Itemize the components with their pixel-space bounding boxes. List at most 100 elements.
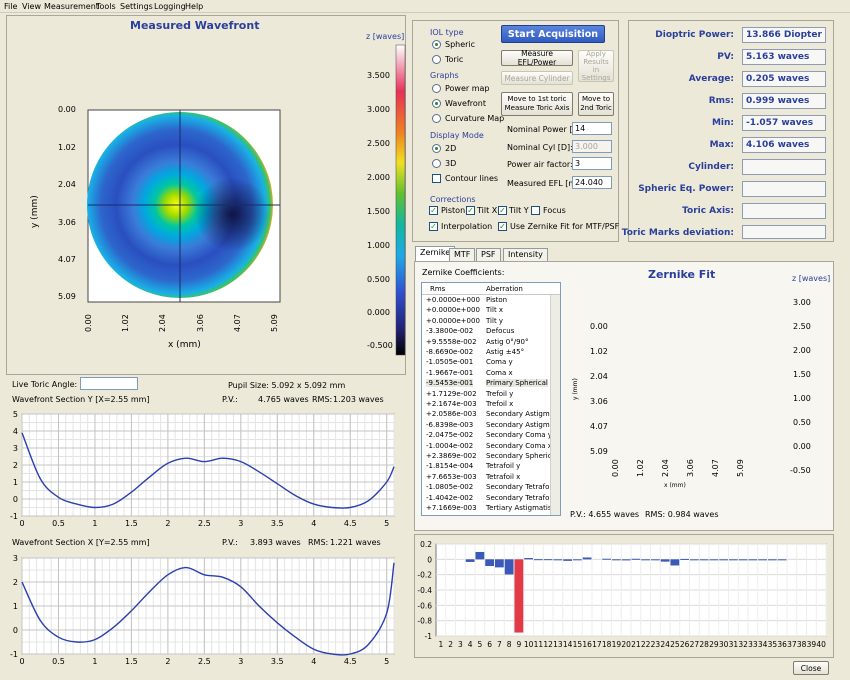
zernike-row-aberration[interactable]: Tetrafoil x: [486, 473, 520, 481]
piston-checkbox[interactable]: ✓: [429, 206, 438, 215]
zernike-row-aberration[interactable]: Trefoil y: [486, 390, 513, 398]
zernike-row-rms[interactable]: -2.0475e-002: [426, 431, 473, 439]
result-label: Average:: [688, 74, 734, 84]
nominal-power-input[interactable]: 14: [572, 122, 612, 135]
live-toric-input[interactable]: [80, 377, 138, 390]
zernike-row-rms[interactable]: -1.0004e-002: [426, 442, 473, 450]
zernike-row-aberration[interactable]: Defocus: [486, 327, 514, 335]
bar: [728, 559, 738, 561]
bar: [524, 558, 534, 560]
zernike-row-aberration[interactable]: Tetrafoil y: [486, 462, 520, 470]
zernike-row-rms[interactable]: -1.0505e-001: [426, 358, 473, 366]
nominal-cyl-input[interactable]: 3.000: [572, 140, 612, 153]
zernike-row-aberration[interactable]: Tilt x: [486, 306, 503, 314]
zernike-row-aberration[interactable]: Secondary Coma x: [486, 442, 552, 450]
y-tick: 1.02: [58, 143, 76, 152]
zernike-row-aberration[interactable]: Secondary Astigmati: [486, 410, 559, 418]
zernike-row-aberration[interactable]: Secondary Astigmati: [486, 421, 559, 429]
zernike-row-rms[interactable]: +1.7129e-002: [426, 390, 477, 398]
zernike-row-rms[interactable]: +7.6653e-003: [426, 473, 477, 481]
zernike-row-aberration[interactable]: Primary Spherical: [486, 379, 548, 388]
zernike-row-aberration[interactable]: Astig 0°/90°: [486, 338, 529, 346]
zernike-row-rms[interactable]: +9.5558e-002: [426, 338, 477, 346]
list-scrollbar[interactable]: [550, 295, 560, 515]
x-tick-label: 2.5: [198, 519, 211, 528]
zernike-row-rms[interactable]: -3.3800e-002: [426, 327, 473, 335]
zernike-row-aberration[interactable]: Secondary Coma y: [486, 431, 552, 439]
graph-curvature-radio[interactable]: [432, 114, 441, 123]
measured-efl-input[interactable]: 24.040: [572, 176, 612, 189]
zernike-coeff-list[interactable]: Rms Aberration +0.0000e+000 Piston +0.0000…: [421, 282, 561, 516]
graph-power-radio[interactable]: [432, 84, 441, 93]
bar: [719, 559, 729, 561]
x-tick: 5.09: [270, 314, 279, 332]
list-header-divider: [422, 294, 560, 295]
zernike-row-aberration[interactable]: Tilt y: [486, 317, 503, 325]
iol-toric-radio[interactable]: [432, 55, 441, 64]
display-3d-radio[interactable]: [432, 159, 441, 168]
zernike-row-aberration[interactable]: Astig ±45°: [486, 348, 524, 356]
fit-x-label: x (mm): [664, 482, 686, 489]
section-y-rms-label: RMS:: [312, 395, 333, 404]
zernike-row-rms[interactable]: +7.1669e-003: [426, 504, 477, 512]
y-tick: 5.09: [58, 292, 76, 301]
result-label: Dioptric Power:: [655, 30, 734, 40]
interpolation-checkbox[interactable]: ✓: [429, 222, 438, 231]
tab-intensity[interactable]: Intensity: [503, 248, 548, 261]
measure-cylinder-button[interactable]: Measure Cylinder: [501, 71, 573, 85]
colorbar-tick: 0.000: [367, 308, 390, 317]
iol-spheric-label: Spheric: [445, 40, 476, 49]
move-first-toric-button[interactable]: Move to 1st toric Measure Toric Axis: [501, 92, 573, 116]
focus-checkbox[interactable]: [531, 206, 540, 215]
zernike-row-rms[interactable]: -9.5453e-001: [426, 379, 474, 388]
power-air-input[interactable]: 3: [572, 157, 612, 170]
zernike-row-rms[interactable]: -1.4042e-002: [426, 494, 473, 502]
y-tick-label: 0: [427, 555, 432, 564]
column-header-rms[interactable]: Rms: [430, 285, 445, 293]
move-second-toric-button[interactable]: Move to 2nd Toric: [578, 92, 614, 116]
fit-x-tick: 5.09: [736, 459, 745, 477]
zernike-row-rms[interactable]: +2.3869e-002: [426, 452, 477, 460]
graph-wavefront-radio[interactable]: [432, 99, 441, 108]
result-value: [742, 159, 826, 175]
fit-colorbar-tick: 3.00: [793, 298, 811, 307]
contour-checkbox[interactable]: [432, 174, 441, 183]
tilt-x-checkbox[interactable]: ✓: [466, 206, 475, 215]
zernike-row-rms[interactable]: -8.6690e-002: [426, 348, 473, 356]
zernike-row-rms[interactable]: -1.8154e-004: [426, 462, 473, 470]
tilt-y-checkbox[interactable]: ✓: [498, 206, 507, 215]
zernike-row-rms[interactable]: +2.1674e-003: [426, 400, 477, 408]
tab-mtf[interactable]: MTF: [449, 248, 476, 261]
iol-spheric-radio[interactable]: [432, 40, 441, 49]
zernike-row-rms[interactable]: -1.0805e-002: [426, 483, 473, 491]
zernike-row-aberration[interactable]: Tertiary Astigmatism: [486, 504, 558, 512]
measure-efl-button[interactable]: Measure EFL/Power: [501, 49, 573, 67]
fit-y-tick: 0.00: [590, 322, 608, 331]
graphs-label: Graphs: [430, 71, 459, 80]
zernike-row-aberration[interactable]: Coma x: [486, 369, 513, 377]
apply-results-button[interactable]: Apply Results in Settings: [578, 50, 614, 82]
zernike-row-aberration[interactable]: Secondary Spherica: [486, 452, 556, 460]
use-zernike-checkbox[interactable]: ✓: [498, 222, 507, 231]
tab-psf[interactable]: PSF: [476, 248, 501, 261]
display-2d-radio[interactable]: [432, 144, 441, 153]
zernike-row-rms[interactable]: +0.0000e+000: [426, 306, 480, 314]
zernike-row-rms[interactable]: -1.9667e-001: [426, 369, 473, 377]
zernike-row-aberration[interactable]: Trefoil x: [486, 400, 513, 408]
zernike-row-aberration[interactable]: Secondary Tetrafoil: [486, 494, 553, 502]
zernike-row-rms[interactable]: +0.0000e+000: [426, 317, 480, 325]
x-tick-label: 2: [448, 640, 453, 649]
zernike-row-rms[interactable]: +2.0586e-003: [426, 410, 477, 418]
zernike-row-rms[interactable]: +0.0000e+000: [426, 296, 480, 304]
fit-colorbar-tick: 2.50: [793, 322, 811, 331]
start-acquisition-button[interactable]: Start Acquisition: [501, 25, 605, 43]
zernike-row-aberration[interactable]: Coma y: [486, 358, 513, 366]
close-button[interactable]: Close: [793, 661, 829, 675]
zernike-row-rms[interactable]: -6.8398e-003: [426, 421, 473, 429]
zernike-row-aberration[interactable]: Secondary Tetrafoil: [486, 483, 553, 491]
x-tick-label: 0: [19, 519, 24, 528]
y-tick-label: -0.4: [417, 586, 432, 595]
zernike-row-aberration[interactable]: Piston: [486, 296, 507, 304]
colorbar-tick: 2.000: [367, 173, 390, 182]
column-header-aberration[interactable]: Aberration: [486, 285, 523, 293]
